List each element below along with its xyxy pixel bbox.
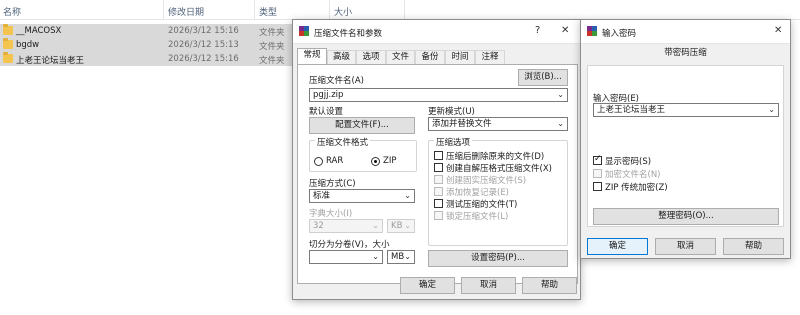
format-group-label: 压缩文件格式 [315, 136, 371, 148]
tab-advanced[interactable]: 高级 [327, 50, 356, 64]
column-header-row: 名称 修改日期 类型 大小 [0, 0, 800, 20]
option-label: 锁定压缩文件(L) [446, 212, 509, 222]
archive-dialog: 压缩文件名和参数 ? ✕ 常规 高级 选项 文件 备份 时间 注释 压缩文件名(… [292, 19, 581, 300]
winrar-icon [299, 26, 310, 37]
option-label: 压缩后删除原来的文件(D) [446, 152, 545, 162]
option-label: 添加恢复记录(E) [446, 188, 510, 198]
tab-general[interactable]: 常规 [297, 48, 327, 65]
options-group-label: 压缩选项 [434, 136, 473, 148]
archive-dialog-titlebar[interactable]: 压缩文件名和参数 ? ✕ [293, 20, 580, 44]
tab-options[interactable]: 选项 [356, 50, 386, 64]
show-password-checkbox[interactable] [593, 154, 602, 165]
dict-label: 字典大小(I) [309, 209, 353, 219]
delete-after-checkbox[interactable] [434, 151, 443, 160]
folder-icon [3, 52, 13, 63]
method-label: 压缩方式(C) [309, 179, 356, 189]
winrar-icon [587, 26, 598, 37]
set-password-button[interactable]: 设置密码(P)... [428, 250, 568, 267]
close-icon[interactable]: ✕ [774, 25, 782, 36]
sfx-checkbox[interactable] [434, 163, 443, 172]
chevron-down-icon: ⌄ [557, 90, 564, 99]
chevron-down-icon: ⌄ [404, 221, 411, 230]
rar-radio[interactable] [314, 157, 323, 166]
zip-legacy-label: ZIP 传统加密(Z) [605, 183, 668, 193]
archive-name-label: 压缩文件名(A) [309, 76, 364, 86]
update-mode-label: 更新模式(U) [428, 107, 475, 117]
method-select[interactable]: 标准 ⌄ [309, 189, 415, 203]
folder-icon [3, 38, 13, 49]
tab-comment[interactable]: 注释 [475, 50, 505, 64]
dialog-title: 压缩文件名和参数 [314, 29, 383, 39]
chevron-down-icon: ⌄ [372, 221, 379, 230]
column-date[interactable]: 修改日期 [168, 5, 204, 18]
help-button[interactable]: 帮助 [723, 238, 784, 255]
option-label: 创建自解压格式压缩文件(X) [446, 164, 552, 174]
chevron-down-icon: ⌄ [404, 252, 411, 261]
general-panel: 压缩文件名(A) 浏览(B)... pgjj.zip ⌄ 默认设置 配置文件(F… [297, 64, 578, 284]
split-unit-select[interactable]: MB ⌄ [387, 250, 415, 264]
help-icon[interactable]: ? [535, 25, 540, 36]
zip-label: ZIP [383, 156, 397, 166]
browse-button[interactable]: 浏览(B)... [518, 69, 568, 86]
column-size[interactable]: 大小 [334, 5, 352, 18]
column-type[interactable]: 类型 [259, 5, 277, 18]
password-dialog-titlebar[interactable]: 输入密码 ✕ [581, 20, 790, 44]
ok-button[interactable]: 确定 [400, 277, 455, 294]
split-label: 切分为分卷(V)，大小 [309, 240, 390, 250]
zip-legacy-checkbox[interactable] [593, 182, 602, 191]
dialog-title: 输入密码 [602, 29, 637, 39]
cancel-button[interactable]: 取消 [655, 238, 716, 255]
archive-name-field[interactable]: pgjj.zip ⌄ [309, 88, 568, 102]
list-item[interactable]: bgdw 2026/3/12 15:13 文件夹 [0, 38, 292, 52]
password-header: 带密码压缩 [664, 48, 707, 58]
dict-select[interactable]: 32 ⌄ [309, 219, 383, 233]
recovery-checkbox[interactable] [434, 187, 443, 196]
tab-files[interactable]: 文件 [386, 50, 415, 64]
option-label: 测试压缩的文件(T) [446, 200, 518, 210]
split-size-field[interactable]: ⌄ [309, 250, 383, 264]
ok-button[interactable]: 确定 [587, 238, 648, 255]
list-item[interactable]: __MACOSX 2026/3/12 15:16 文件夹 [0, 24, 292, 38]
password-dialog: 输入密码 ✕ 带密码压缩 输入密码(E) 上老王论坛当老王 ⌄ 显示密码(S) … [580, 19, 791, 259]
organize-passwords-button[interactable]: 整理密码(O)... [593, 208, 779, 225]
chevron-down-icon: ⌄ [557, 119, 564, 128]
chevron-down-icon: ⌄ [768, 105, 775, 114]
option-label: 创建固实压缩文件(S) [446, 176, 527, 186]
list-item[interactable]: 上老王论坛当老王 2026/3/12 15:16 文件夹 [0, 52, 292, 66]
show-password-label: 显示密码(S) [605, 157, 652, 167]
profiles-button[interactable]: 配置文件(F)... [309, 117, 415, 134]
test-checkbox[interactable] [434, 199, 443, 208]
close-icon[interactable]: ✕ [561, 25, 569, 36]
encrypt-names-checkbox[interactable] [593, 169, 602, 178]
zip-radio[interactable] [371, 157, 380, 166]
tab-backup[interactable]: 备份 [415, 50, 445, 64]
column-name[interactable]: 名称 [3, 5, 21, 18]
lock-checkbox[interactable] [434, 211, 443, 220]
default-profile-label: 默认设置 [309, 107, 344, 117]
chevron-down-icon: ⌄ [404, 191, 411, 200]
password-input[interactable]: 上老王论坛当老王 ⌄ [593, 103, 779, 117]
password-panel: 输入密码(E) 上老王论坛当老王 ⌄ 显示密码(S) 加密文件名(N) ZIP … [587, 65, 784, 227]
dict-unit-select[interactable]: KB ⌄ [387, 219, 415, 233]
update-mode-select[interactable]: 添加并替换文件 ⌄ [428, 117, 568, 131]
help-button[interactable]: 帮助 [522, 277, 577, 294]
encrypt-names-label: 加密文件名(N) [605, 170, 661, 180]
cancel-button[interactable]: 取消 [461, 277, 516, 294]
chevron-down-icon: ⌄ [372, 252, 379, 261]
rar-label: RAR [326, 156, 344, 166]
solid-checkbox[interactable] [434, 175, 443, 184]
folder-icon [3, 24, 13, 35]
tab-time[interactable]: 时间 [445, 50, 475, 64]
